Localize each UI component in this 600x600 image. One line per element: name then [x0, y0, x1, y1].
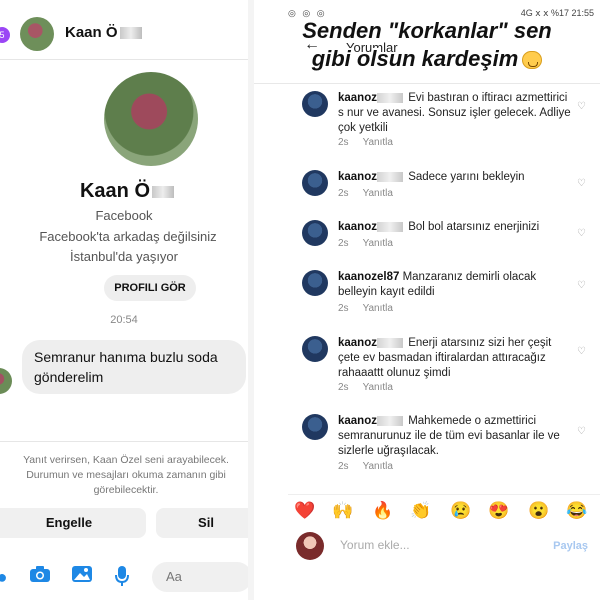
redaction-blur	[152, 185, 175, 198]
my-avatar	[296, 532, 324, 560]
fire-emoji-icon[interactable]: 🔥	[372, 500, 394, 522]
comment-text: kaanoz Enerji atarsınız sizi her çeşit ç…	[338, 337, 552, 379]
comment-username[interactable]: kaanozel87	[338, 271, 399, 283]
comment-meta: 2s Yanıtla	[338, 303, 407, 314]
like-heart-icon[interactable]: ♡	[577, 228, 586, 239]
like-heart-icon[interactable]: ♡	[577, 101, 586, 112]
caption-line-1: Senden "korkanlar" sen	[302, 18, 552, 43]
heart-eyes-emoji-icon[interactable]: 😍	[488, 500, 510, 522]
comment-username[interactable]: kaanoz	[338, 171, 377, 183]
commenter-avatar[interactable]	[302, 170, 328, 196]
instagram-comments-panel: ◎ ◎ ◎ 4G ⅹ ⅹ %17 21:55 ← Yorumlar Senden…	[254, 0, 600, 600]
location-text: İstanbul'da yaşıyor	[70, 249, 178, 264]
comment-text: kaanoz Bol bol atarsınız enerjinizi	[338, 221, 540, 233]
grimace-emoji-icon	[522, 51, 543, 70]
comment-time: 2s	[338, 137, 349, 148]
contact-name[interactable]: Kaan Ö	[65, 24, 142, 41]
comment-text: kaanoz Sadece yarını bekleyin	[338, 171, 525, 183]
commenter-avatar[interactable]	[302, 414, 328, 440]
comment-meta: 2s Yanıtla	[338, 137, 407, 148]
comment-time: 2s	[338, 382, 349, 393]
friend-status: Facebook'ta arkadaş değilsiniz	[39, 229, 217, 244]
profile-avatar	[104, 72, 198, 166]
commenter-avatar[interactable]	[302, 336, 328, 362]
comment-meta: 2s Yanıtla	[338, 382, 407, 393]
redaction-blur	[119, 27, 142, 40]
redaction-blur	[377, 415, 403, 426]
sender-avatar	[0, 368, 12, 394]
camera-icon[interactable]	[28, 565, 52, 589]
commenter-avatar[interactable]	[302, 220, 328, 246]
raised-hands-emoji-icon[interactable]: 🙌	[332, 500, 354, 522]
like-heart-icon[interactable]: ♡	[577, 346, 586, 357]
comment-text: kaanoz Mahkemede o azmettirici semranuru…	[338, 415, 560, 457]
reply-button[interactable]: Yanıtla	[363, 137, 393, 148]
clap-emoji-icon[interactable]: 👏	[410, 500, 432, 522]
comment-username[interactable]: kaanoz	[338, 92, 377, 104]
like-heart-icon[interactable]: ♡	[577, 280, 586, 291]
commenter-avatar[interactable]	[302, 91, 328, 117]
messenger-panel: 5 Kaan Ö Kaan Ö Facebook Facebook'ta ark…	[0, 0, 248, 600]
redaction-blur	[377, 92, 403, 103]
comment-meta: 2s Yanıtla	[338, 461, 407, 472]
reply-button[interactable]: Yanıtla	[363, 461, 393, 472]
privacy-notice: Yanıt verirsen, Kaan Özel seni arayabile…	[0, 441, 248, 498]
comment-meta: 2s Yanıtla	[338, 188, 407, 199]
comment-input[interactable]: Yorum ekle...	[340, 538, 410, 552]
comment-time: 2s	[338, 461, 349, 472]
comment-meta: 2s Yanıtla	[338, 238, 407, 249]
comment-username[interactable]: kaanoz	[338, 221, 377, 233]
quick-reactions-bar: ❤️ 🙌 🔥 👏 😢 😍 😮 😂	[288, 494, 600, 524]
reply-button[interactable]: Yanıtla	[363, 303, 393, 314]
block-button[interactable]: Engelle	[0, 508, 146, 538]
reply-button[interactable]: Yanıtla	[363, 382, 393, 393]
comment-username[interactable]: kaanoz	[338, 415, 377, 427]
comment-text: kaanoz Evi bastıran o iftiracı azmettiri…	[338, 92, 571, 134]
commenter-avatar[interactable]	[302, 270, 328, 296]
message-bubble[interactable]: Semranur hanıma buzlu soda gönderelim	[22, 340, 246, 394]
crying-emoji-icon[interactable]: 😢	[450, 500, 472, 522]
surprised-emoji-icon[interactable]: 😮	[528, 500, 550, 522]
comment-time: 2s	[338, 238, 349, 249]
message-input[interactable]: Aa	[152, 562, 248, 592]
profile-source: Facebook	[95, 208, 153, 223]
photo-icon[interactable]	[70, 565, 94, 589]
profile-name: Kaan Ö	[0, 180, 248, 203]
unread-badge: 5	[0, 27, 10, 43]
comment-time: 2s	[338, 303, 349, 314]
view-profile-button[interactable]: PROFILI GÖR	[104, 275, 196, 301]
chat-header: 5 Kaan Ö	[0, 10, 248, 60]
plus-icon[interactable]: ●	[0, 565, 14, 589]
delete-button[interactable]: Sil	[156, 508, 248, 538]
heart-emoji-icon[interactable]: ❤️	[294, 500, 316, 522]
laughing-emoji-icon[interactable]: 😂	[566, 500, 588, 522]
caption-line-2: gibi olsun kardeşim	[254, 46, 600, 72]
microphone-icon[interactable]	[110, 565, 134, 589]
contact-avatar[interactable]	[20, 17, 54, 51]
redaction-blur	[377, 337, 403, 348]
redaction-blur	[377, 221, 403, 232]
comment-text: kaanozel87 Manzaranız demirli olacak bel…	[338, 271, 537, 298]
redaction-blur	[377, 171, 403, 182]
message-time: 20:54	[110, 314, 138, 326]
post-button[interactable]: Paylaş	[553, 540, 588, 552]
comment-time: 2s	[338, 188, 349, 199]
like-heart-icon[interactable]: ♡	[577, 178, 586, 189]
comment-username[interactable]: kaanoz	[338, 337, 377, 349]
like-heart-icon[interactable]: ♡	[577, 426, 586, 437]
add-comment-bar: Yorum ekle... Paylaş	[296, 530, 600, 566]
reply-button[interactable]: Yanıtla	[363, 188, 393, 199]
reply-button[interactable]: Yanıtla	[363, 238, 393, 249]
